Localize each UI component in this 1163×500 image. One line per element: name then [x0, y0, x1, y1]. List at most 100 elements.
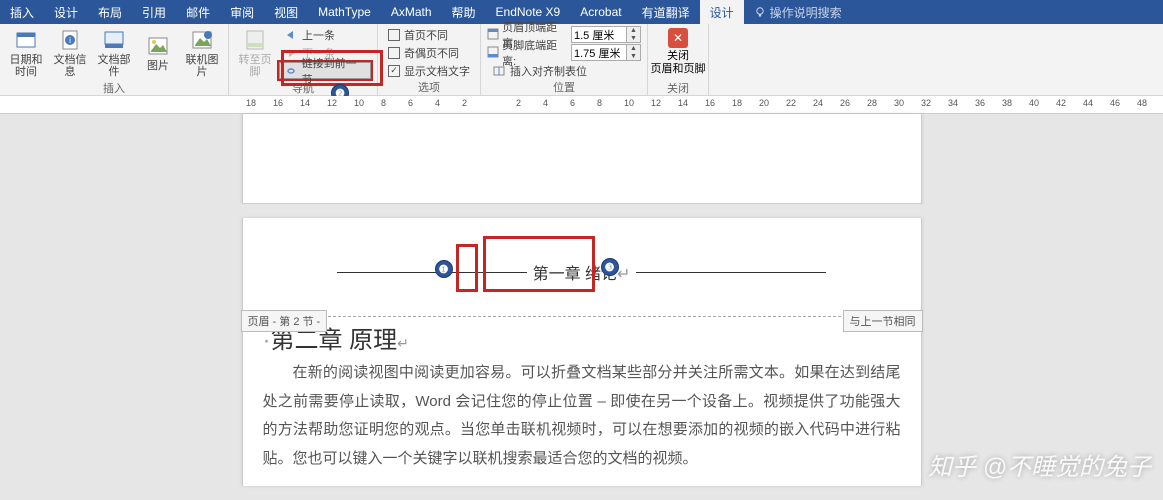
- chk-show-text[interactable]: ✓显示文档文字: [384, 62, 474, 79]
- ruler-tick: 8: [597, 98, 602, 108]
- tab-layout[interactable]: 布局: [88, 0, 132, 24]
- step-badge-3: ❸: [601, 258, 619, 276]
- spin-footer-dist[interactable]: ▲▼: [571, 44, 641, 61]
- btn-goto-hf[interactable]: 转至页脚: [235, 26, 275, 80]
- tab-design-1[interactable]: 设计: [44, 0, 88, 24]
- spin-up-icon[interactable]: ▲: [627, 27, 640, 35]
- btn-date-time[interactable]: 日期和时间: [6, 26, 46, 80]
- ruler-tick: 16: [273, 98, 283, 108]
- page-previous-bottom: [242, 114, 922, 204]
- chk-odd-even[interactable]: 奇偶页不同: [384, 44, 474, 61]
- tab-acrobat[interactable]: Acrobat: [570, 0, 631, 24]
- pages-area[interactable]: 内容改为第二章 原理 第一章 绪论↵ ❶ ❸ 页眉 - 第 2 节 - 与上一节…: [0, 114, 1163, 500]
- group-insert-label: 插入: [103, 80, 125, 97]
- document-body[interactable]: ·第二章 原理↵ 在新的阅读视图中阅读更加容易。可以折叠文档某些部分并关注所需文…: [243, 312, 921, 473]
- btn-link-previous[interactable]: 链接到前一节: [279, 62, 371, 79]
- lightbulb-icon: [754, 6, 766, 18]
- tab-insert[interactable]: 插入: [0, 0, 44, 24]
- ruler-tick: 26: [840, 98, 850, 108]
- heading-chapter[interactable]: ·第二章 原理↵: [263, 320, 901, 355]
- btn-doc-info[interactable]: i 文档信息: [50, 26, 90, 80]
- header-separator-dashed: [243, 316, 921, 317]
- ruler-tick: 20: [759, 98, 769, 108]
- link-icon: [284, 64, 298, 78]
- align-tab-icon: [492, 64, 506, 78]
- input-footer-dist[interactable]: [572, 45, 626, 60]
- tab-mailings[interactable]: 邮件: [176, 0, 220, 24]
- ruler-tick: 42: [1056, 98, 1066, 108]
- spin-up-icon[interactable]: ▲: [627, 45, 640, 53]
- spin-header-dist[interactable]: ▲▼: [571, 26, 641, 43]
- group-options: 首页不同 奇偶页不同 ✓显示文档文字 选项: [378, 24, 481, 95]
- ruler-tick: 28: [867, 98, 877, 108]
- goto-hf-icon: [243, 28, 267, 52]
- horizontal-ruler[interactable]: 1816141210864224681012141618202224262830…: [0, 96, 1163, 114]
- ribbon: 日期和时间 i 文档信息 文档部件 图片 联机图片 插入: [0, 24, 1163, 96]
- ruler-tick: 46: [1110, 98, 1120, 108]
- ruler-tick: 38: [1002, 98, 1012, 108]
- body-paragraph[interactable]: 在新的阅读视图中阅读更加容易。可以折叠文档某些部分并关注所需文本。如果在达到结尾…: [263, 359, 901, 473]
- ruler-tick: 40: [1029, 98, 1039, 108]
- next-icon: [284, 46, 298, 60]
- chk-first-diff[interactable]: 首页不同: [384, 26, 474, 43]
- badge-section-header: 页眉 - 第 2 节 -: [241, 310, 328, 332]
- btn-online-picture[interactable]: 联机图片: [182, 26, 222, 80]
- tell-me-placeholder: 操作说明搜索: [770, 4, 842, 21]
- ribbon-tabs: 插入 设计 布局 引用 邮件 审阅 视图 MathType AxMath 帮助 …: [0, 0, 1163, 24]
- ruler-tick: 2: [462, 98, 467, 108]
- group-options-label: 选项: [418, 79, 440, 96]
- ruler-tick: 12: [327, 98, 337, 108]
- page-current[interactable]: 第一章 绪论↵ ❶ ❸ 页眉 - 第 2 节 - 与上一节相同 ·第二章 原理↵…: [242, 218, 922, 486]
- ruler-tick: 24: [813, 98, 823, 108]
- watermark: 知乎 @不睡觉的兔子: [922, 447, 1151, 482]
- btn-picture[interactable]: 图片: [138, 26, 178, 80]
- checkbox-icon: ✓: [388, 65, 400, 77]
- spin-down-icon[interactable]: ▼: [627, 53, 640, 61]
- ruler-tick: 6: [408, 98, 413, 108]
- ruler-tick: 4: [543, 98, 548, 108]
- btn-close-hf[interactable]: ✕ 关闭 页眉和页脚: [654, 26, 702, 80]
- ruler-tick: 14: [678, 98, 688, 108]
- btn-align-tab[interactable]: 插入对齐制表位: [487, 62, 641, 79]
- ruler-tick: 30: [894, 98, 904, 108]
- step-badge-1: ❶: [435, 260, 453, 278]
- btn-prev-section[interactable]: 上一条: [279, 26, 371, 43]
- group-position: 页眉顶端距离: ▲▼ 页脚底端距离: ▲▼ 插入对齐制表位 位置: [481, 24, 648, 95]
- ruler-tick: 22: [786, 98, 796, 108]
- btn-quick-parts[interactable]: 文档部件: [94, 26, 134, 80]
- ruler-tick: 4: [435, 98, 440, 108]
- group-nav-label: 导航: [292, 80, 314, 97]
- svg-text:i: i: [69, 36, 71, 45]
- doc-info-icon: i: [58, 28, 82, 52]
- tell-me-search[interactable]: 操作说明搜索: [744, 0, 852, 24]
- ruler-tick: 8: [381, 98, 386, 108]
- input-header-dist[interactable]: [572, 27, 626, 42]
- ruler-tick: 16: [705, 98, 715, 108]
- tab-youdao[interactable]: 有道翻译: [632, 0, 700, 24]
- prev-icon: [284, 28, 298, 42]
- tab-review[interactable]: 审阅: [220, 0, 264, 24]
- tab-view[interactable]: 视图: [264, 0, 308, 24]
- ruler-tick: 12: [651, 98, 661, 108]
- tab-references[interactable]: 引用: [132, 0, 176, 24]
- ruler-tick: 36: [975, 98, 985, 108]
- tab-axmath[interactable]: AxMath: [381, 0, 442, 24]
- workspace: 1816141210864224681012141618202224262830…: [0, 96, 1163, 500]
- checkbox-icon: [388, 47, 400, 59]
- tab-mathtype[interactable]: MathType: [308, 0, 381, 24]
- quick-parts-icon: [102, 28, 126, 52]
- group-navigation: 转至页脚 上一条 下一条 链接到前一节 导航 ❷: [229, 24, 378, 95]
- spin-down-icon[interactable]: ▼: [627, 35, 640, 43]
- tab-design-hf[interactable]: 设计: [700, 0, 744, 24]
- tab-help[interactable]: 帮助: [442, 0, 486, 24]
- ruler-tick: 32: [921, 98, 931, 108]
- badge-same-as-prev: 与上一节相同: [843, 310, 923, 332]
- ruler-tick: 48: [1137, 98, 1147, 108]
- ruler-tick: 2: [516, 98, 521, 108]
- header-block[interactable]: 第一章 绪论↵ ❶ ❸: [243, 218, 921, 300]
- ruler-tick: 34: [948, 98, 958, 108]
- ruler-tick: 10: [624, 98, 634, 108]
- footer-dist-icon: [487, 46, 500, 60]
- group-position-label: 位置: [553, 79, 575, 96]
- ruler-tick: 14: [300, 98, 310, 108]
